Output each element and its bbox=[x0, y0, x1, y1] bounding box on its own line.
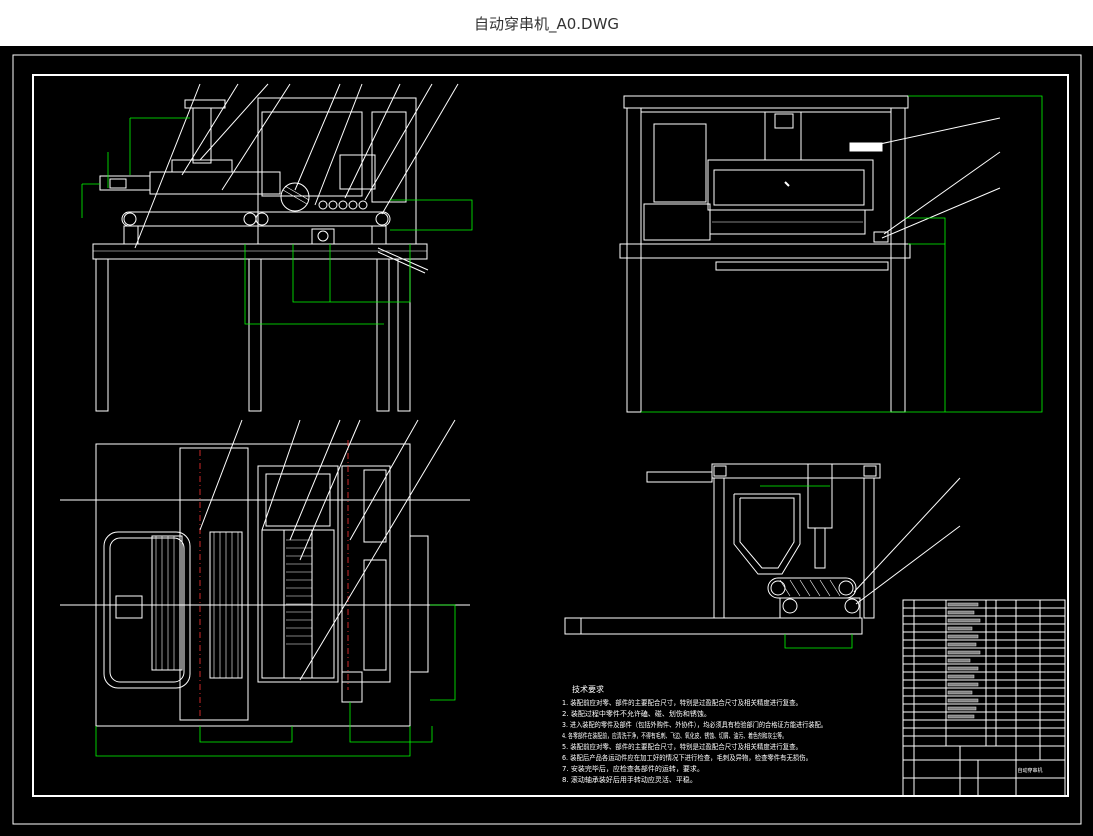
title-bar: 自动穿串机_A0.DWG bbox=[0, 0, 1093, 46]
top-view bbox=[60, 419, 470, 757]
outer-frame bbox=[12, 54, 1082, 825]
note-4: 4. 各零部件在装配前，应清洗干净，不得有毛刺、飞边、氧化皮、锈蚀、切屑、油污、… bbox=[562, 731, 787, 740]
note-1: 1. 装配前应对零、部件的主要配合尺寸，特别是过盈配合尺寸及相关精度进行复查。 bbox=[562, 698, 802, 707]
title-block: 自动穿串机 bbox=[902, 599, 1066, 797]
drawing-name: 自动穿串机 bbox=[1017, 767, 1042, 774]
note-6: 6. 装配后产品各运动件应在加工好的情况下进行检查，毛刺及异物，检查零件有无损伤… bbox=[562, 753, 812, 762]
section-view bbox=[564, 463, 961, 649]
note-7: 7. 安装完毕后，应检查各部件的运转，要求。 bbox=[562, 764, 704, 773]
note-8: 8. 滚动轴承装好后用手转动应灵活、平稳。 bbox=[562, 775, 697, 784]
technical-notes: 技术要求 1. 装配前应对零、部件的主要配合尺寸，特别是过盈配合尺寸及相关精度进… bbox=[562, 684, 827, 784]
note-2: 2. 装配过程中零件不允许磕、碰、划伤和锈蚀。 bbox=[562, 709, 711, 718]
notes-title: 技术要求 bbox=[572, 684, 604, 694]
note-5: 5. 装配前应对零、部件的主要配合尺寸，特别是过盈配合尺寸及相关精度进行复查。 bbox=[562, 742, 802, 751]
document-title: 自动穿串机_A0.DWG bbox=[473, 14, 620, 33]
side-view bbox=[619, 95, 1043, 413]
front-view bbox=[81, 83, 473, 412]
note-3: 3. 进入装配的零件及部件（包括外购件、外协件），均必须具有检验部门的合格证方能… bbox=[562, 720, 827, 729]
cad-drawing: 自动穿串机 技术要求 1. 装配前应对零、部件的主要配合尺寸，特别是过盈配合尺寸… bbox=[12, 54, 1082, 825]
drawing-canvas[interactable]: 自动穿串机 技术要求 1. 装配前应对零、部件的主要配合尺寸，特别是过盈配合尺寸… bbox=[0, 46, 1093, 836]
